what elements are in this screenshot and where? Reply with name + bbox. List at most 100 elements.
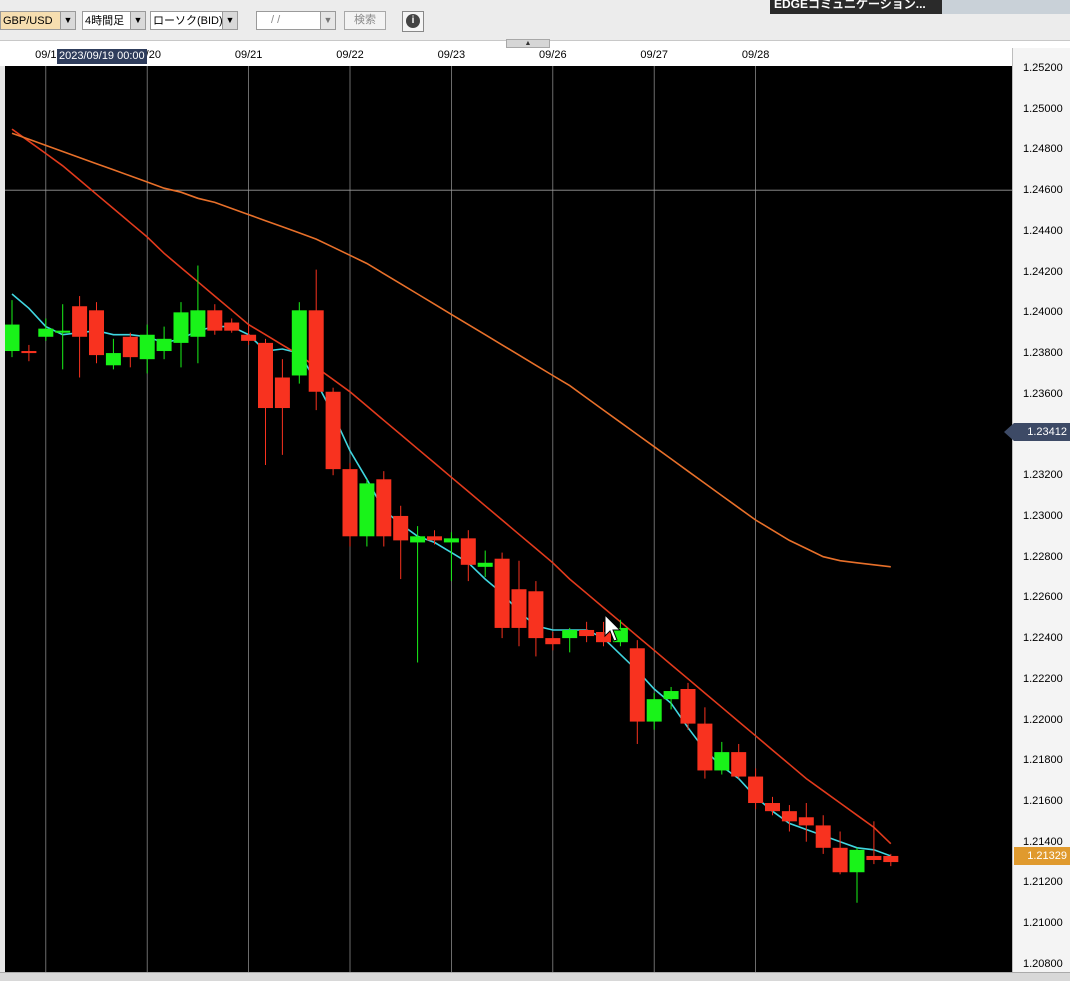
price-tick-label: 1.22800: [1023, 550, 1063, 563]
webcam-label: EDGEコミュニケーション...: [774, 0, 926, 11]
chevron-down-icon[interactable]: ▼: [60, 12, 75, 29]
candle-body-bull: [663, 691, 679, 700]
date-tick-label: 09/1: [35, 49, 57, 61]
price-tick-label: 1.20800: [1023, 957, 1063, 970]
candle-body-bear: [393, 515, 409, 541]
chart-canvas[interactable]: [4, 66, 1012, 972]
price-tick-label: 1.21400: [1023, 835, 1063, 848]
candle-body-bear: [765, 803, 780, 812]
candle-body-bear: [308, 310, 324, 392]
candlestick-chart[interactable]: [4, 66, 1012, 972]
webcam-image: [942, 0, 1070, 14]
candle-body-bear: [545, 638, 561, 645]
date-tick-label: 09/22: [336, 49, 364, 61]
price-tick-label: 1.22600: [1023, 591, 1063, 604]
date-tick-label: 09/26: [539, 49, 567, 61]
date-tick-label: 09/21: [234, 49, 263, 61]
candle-body-bull: [443, 538, 459, 543]
candle-body-bear: [798, 817, 814, 826]
candle-body-bear: [511, 589, 527, 628]
price-tick-label: 1.21000: [1023, 917, 1063, 930]
currency-pair-value: GBP/USD: [3, 15, 53, 27]
candle-body-bull: [55, 330, 71, 333]
candle-body-bull: [4, 324, 20, 352]
candle-body-bear: [258, 342, 273, 409]
webcam-overlay: EDGEコミュニケーション...: [770, 0, 1070, 14]
candle-body-bear: [680, 689, 696, 724]
candle-body-bear: [866, 855, 882, 861]
timeframe-select[interactable]: 4時間足 ▼: [82, 11, 146, 30]
candle-body-bull: [38, 328, 54, 337]
candle-body-bull: [477, 562, 493, 567]
date-tick-label: 09/28: [741, 49, 770, 61]
price-tick-label: 1.21800: [1023, 754, 1063, 767]
current-price-label: 1.21329: [1014, 847, 1070, 866]
timeframe-value: 4時間足: [85, 15, 125, 27]
chart-type-value: ローソク(BID): [153, 15, 223, 27]
candle-body-bull: [714, 752, 730, 771]
candle-body-bear: [427, 536, 442, 541]
chevron-down-icon[interactable]: ▼: [320, 12, 335, 29]
chart-type-select[interactable]: ローソク(BID) ▼: [150, 11, 238, 30]
candle-body-bull: [190, 310, 206, 337]
price-tick-label: 1.21600: [1023, 794, 1063, 807]
price-tick-label: 1.23600: [1023, 387, 1063, 400]
date-tick-label: 09/27: [640, 49, 668, 61]
candle-body-bear: [325, 391, 341, 470]
candle-body-bear: [748, 776, 764, 804]
price-tick-label: 1.24800: [1023, 143, 1063, 156]
chevron-down-icon[interactable]: ▼: [130, 12, 145, 29]
mouse-pointer-icon: [604, 614, 622, 642]
price-tick-label: 1.21200: [1023, 876, 1063, 889]
candle-body-bear: [122, 336, 138, 358]
candle-body-bear: [528, 591, 544, 639]
candle-body-bear: [731, 752, 747, 777]
candle-body-bull: [156, 338, 172, 352]
price-tick-label: 1.24200: [1023, 265, 1063, 278]
info-icon: i: [406, 14, 420, 28]
candle-body-bear: [89, 310, 104, 356]
date-input-placeholder: / /: [271, 14, 281, 26]
candle-body-bear: [207, 310, 223, 331]
collapse-toolbar-button[interactable]: ▲: [506, 39, 550, 48]
price-axis: 1.25200 1.25000 1.24800 1.24600 1.24400 1.242…: [1012, 48, 1070, 972]
candle-body-bear: [815, 825, 831, 848]
price-tick-label: 1.23200: [1023, 469, 1063, 482]
date-axis: 09/1 09/20 09/21 09/22 09/23 09/26 09/27 09/28: [0, 48, 1012, 66]
price-tick-label: 1.25200: [1023, 62, 1063, 75]
chart-toolbar: GBP/USD ▼ 4時間足 ▼ ローソク(BID) ▼ / / ▼ 検索 i …: [0, 0, 1070, 41]
candle-body-bull: [139, 334, 155, 360]
candle-body-bear: [274, 377, 290, 409]
candle-body-bear: [342, 469, 358, 537]
price-tick-label: 1.24400: [1023, 224, 1063, 237]
candle-body-bear: [21, 351, 37, 354]
price-tick-label: 1.23800: [1023, 347, 1063, 360]
candle-body-bull: [849, 849, 865, 873]
candle-body-bull: [173, 312, 189, 343]
candle-body-bull: [410, 536, 426, 543]
candle-body-bear: [883, 855, 899, 863]
candle-body-bull: [646, 699, 662, 722]
date-tick-label: 09/23: [437, 49, 466, 61]
crosshair-date-label: 2023/09/19 00:00: [57, 49, 147, 64]
candle-body-bull: [562, 629, 578, 639]
currency-pair-select[interactable]: GBP/USD ▼: [0, 11, 76, 30]
price-tick-label: 1.24600: [1023, 184, 1063, 197]
crosshair-price-label: 1.23412: [1004, 423, 1070, 442]
candle-body-bear: [224, 322, 240, 331]
candle-body-bull: [105, 353, 121, 366]
candle-body-bull: [291, 310, 307, 376]
search-button[interactable]: 検索: [344, 11, 386, 30]
candle-body-bear: [781, 811, 797, 822]
chevron-down-icon[interactable]: ▼: [222, 12, 237, 29]
info-button[interactable]: i: [402, 11, 424, 32]
candle-body-bear: [241, 334, 257, 341]
candle-body-bull: [359, 483, 375, 537]
date-input[interactable]: / / ▼: [256, 11, 336, 30]
candle-body-bear: [494, 558, 510, 628]
candle-body-bear: [579, 629, 595, 637]
candle-body-bear: [376, 479, 392, 537]
price-tick-label: 1.22400: [1023, 632, 1063, 645]
candle-body-bear: [460, 538, 476, 565]
candle-body-bear: [629, 648, 645, 722]
